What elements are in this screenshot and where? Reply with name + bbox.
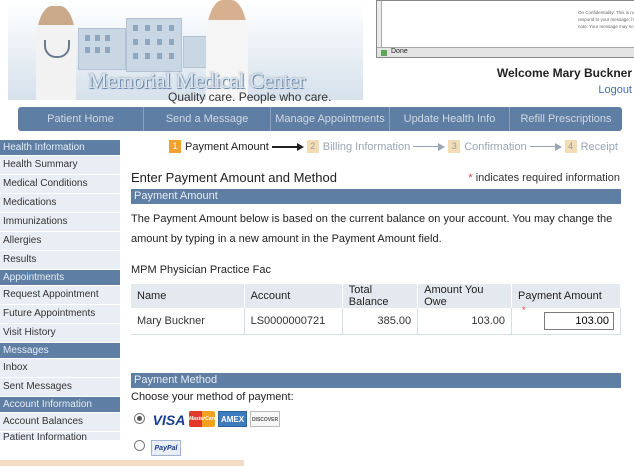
required-note-text: indicates required information (475, 172, 620, 184)
sidebar-item-allergies[interactable]: Allergies (0, 232, 120, 251)
sidebar-item-account-balances[interactable]: Account Balances (0, 413, 120, 432)
popup-content: On Confidentiality: This is not respond … (381, 1, 634, 48)
radio-paypal[interactable] (134, 440, 145, 451)
confidentiality-notice: On Confidentiality: This is not respond … (578, 10, 634, 29)
sidebar: Health Information Health Summary Medica… (0, 140, 120, 441)
mastercard-logo: MasterCard (189, 411, 217, 427)
column-header-total-balance: Total Balance (342, 284, 419, 308)
step-label-receipt: Receipt (580, 140, 618, 153)
cell-total-balance: 385.00 (342, 308, 419, 335)
site-header: Memorial Medical Center Quality care. Pe… (0, 0, 634, 104)
step-number-1: 1 (169, 140, 181, 153)
paypal-logo: PayPal (151, 440, 181, 456)
nav-patient-home[interactable]: Patient Home (18, 107, 144, 131)
discover-logo: DISCOVER (250, 411, 280, 427)
step-arrow-icon (271, 142, 304, 152)
step-label-billing-information: Billing Information (322, 140, 411, 153)
table-header-row: Name Account Total Balance Amount You Ow… (131, 284, 621, 308)
choose-method-label: Choose your method of payment: (131, 391, 294, 403)
nav-refill-prescriptions[interactable]: Refill Prescriptions (510, 107, 622, 131)
nav-update-health-info[interactable]: Update Health Info (390, 107, 510, 131)
step-arrow-icon (413, 142, 446, 152)
step-label-confirmation: Confirmation (464, 140, 527, 153)
nav-send-message[interactable]: Send a Message (144, 107, 271, 131)
sidebar-item-health-summary[interactable]: Health Summary (0, 156, 120, 175)
cell-account: LS0000000721 (244, 308, 343, 335)
welcome-message: Welcome Mary Buckner (496, 66, 632, 80)
sidebar-heading-health-information[interactable]: Health Information (0, 140, 120, 156)
step-number-2: 2 (306, 140, 319, 153)
practice-name: MPM Physician Practice Fac (131, 264, 271, 276)
sidebar-item-medications[interactable]: Medications (0, 194, 120, 213)
payment-amount-input[interactable] (544, 312, 614, 330)
bottom-overlay-strip (0, 460, 244, 466)
step-label-payment-amount: Payment Amount (185, 140, 269, 153)
browser-popup-window: On Confidentiality: This is not respond … (376, 0, 634, 58)
sidebar-item-results[interactable]: Results (0, 251, 120, 270)
step-number-4: 4 (564, 140, 577, 153)
required-info-note: * indicates required information (468, 172, 620, 184)
cell-payment-amount: * (511, 305, 621, 335)
sidebar-item-patient-information[interactable]: Patient Information (0, 432, 120, 441)
payment-amount-section-header: Payment Amount (131, 189, 621, 204)
building-illustration (126, 18, 182, 72)
nav-manage-appointments[interactable]: Manage Appointments (271, 107, 390, 131)
building-illustration (78, 28, 126, 70)
brand-tagline: Quality care. People who care. (168, 90, 332, 104)
sidebar-item-inbox[interactable]: Inbox (0, 359, 120, 378)
payment-method-section-header: Payment Method (131, 373, 621, 388)
visa-logo: VISA (152, 412, 186, 428)
popup-status-text: Done (391, 48, 408, 55)
sidebar-item-sent-messages[interactable]: Sent Messages (0, 378, 120, 397)
sidebar-item-future-appointments[interactable]: Future Appointments (0, 305, 120, 324)
progress-steps: 1 Payment Amount 2 Billing Information 3… (169, 140, 618, 153)
sidebar-heading-messages[interactable]: Messages (0, 343, 120, 359)
sidebar-item-immunizations[interactable]: Immunizations (0, 213, 120, 232)
logout-link[interactable]: Logout (598, 84, 632, 96)
payment-amount-description: The Payment Amount below is based on the… (131, 213, 613, 245)
required-star: * (468, 172, 473, 184)
cell-amount-owed: 103.00 (417, 308, 512, 335)
radio-credit-card[interactable] (134, 413, 145, 424)
table-row: Mary Buckner LS0000000721 385.00 103.00 … (131, 305, 621, 335)
sidebar-heading-account-information[interactable]: Account Information (0, 397, 120, 413)
sidebar-item-medical-conditions[interactable]: Medical Conditions (0, 175, 120, 194)
page-title: Enter Payment Amount and Method (131, 170, 337, 185)
step-number-3: 3 (448, 140, 461, 153)
payment-table: Name Account Total Balance Amount You Ow… (131, 284, 621, 335)
top-navigation: Patient Home Send a Message Manage Appoi… (18, 107, 622, 131)
page-done-icon (381, 50, 387, 56)
column-header-amount-owed: Amount You Owe (417, 284, 512, 308)
sidebar-heading-appointments[interactable]: Appointments (0, 270, 120, 286)
sidebar-item-request-appointment[interactable]: Request Appointment (0, 286, 120, 305)
column-header-payment-amount: Payment Amount (511, 284, 621, 308)
step-arrow-icon (529, 142, 562, 152)
amex-logo: AMEX (218, 411, 247, 427)
column-header-name: Name (131, 284, 245, 308)
cell-name: Mary Buckner (131, 308, 245, 335)
required-star: * (522, 305, 526, 315)
column-header-account: Account (244, 284, 343, 308)
sidebar-item-visit-history[interactable]: Visit History (0, 324, 120, 343)
popup-status-bar: Done (377, 47, 634, 57)
payment-amount-field-wrapper: * (518, 305, 614, 330)
